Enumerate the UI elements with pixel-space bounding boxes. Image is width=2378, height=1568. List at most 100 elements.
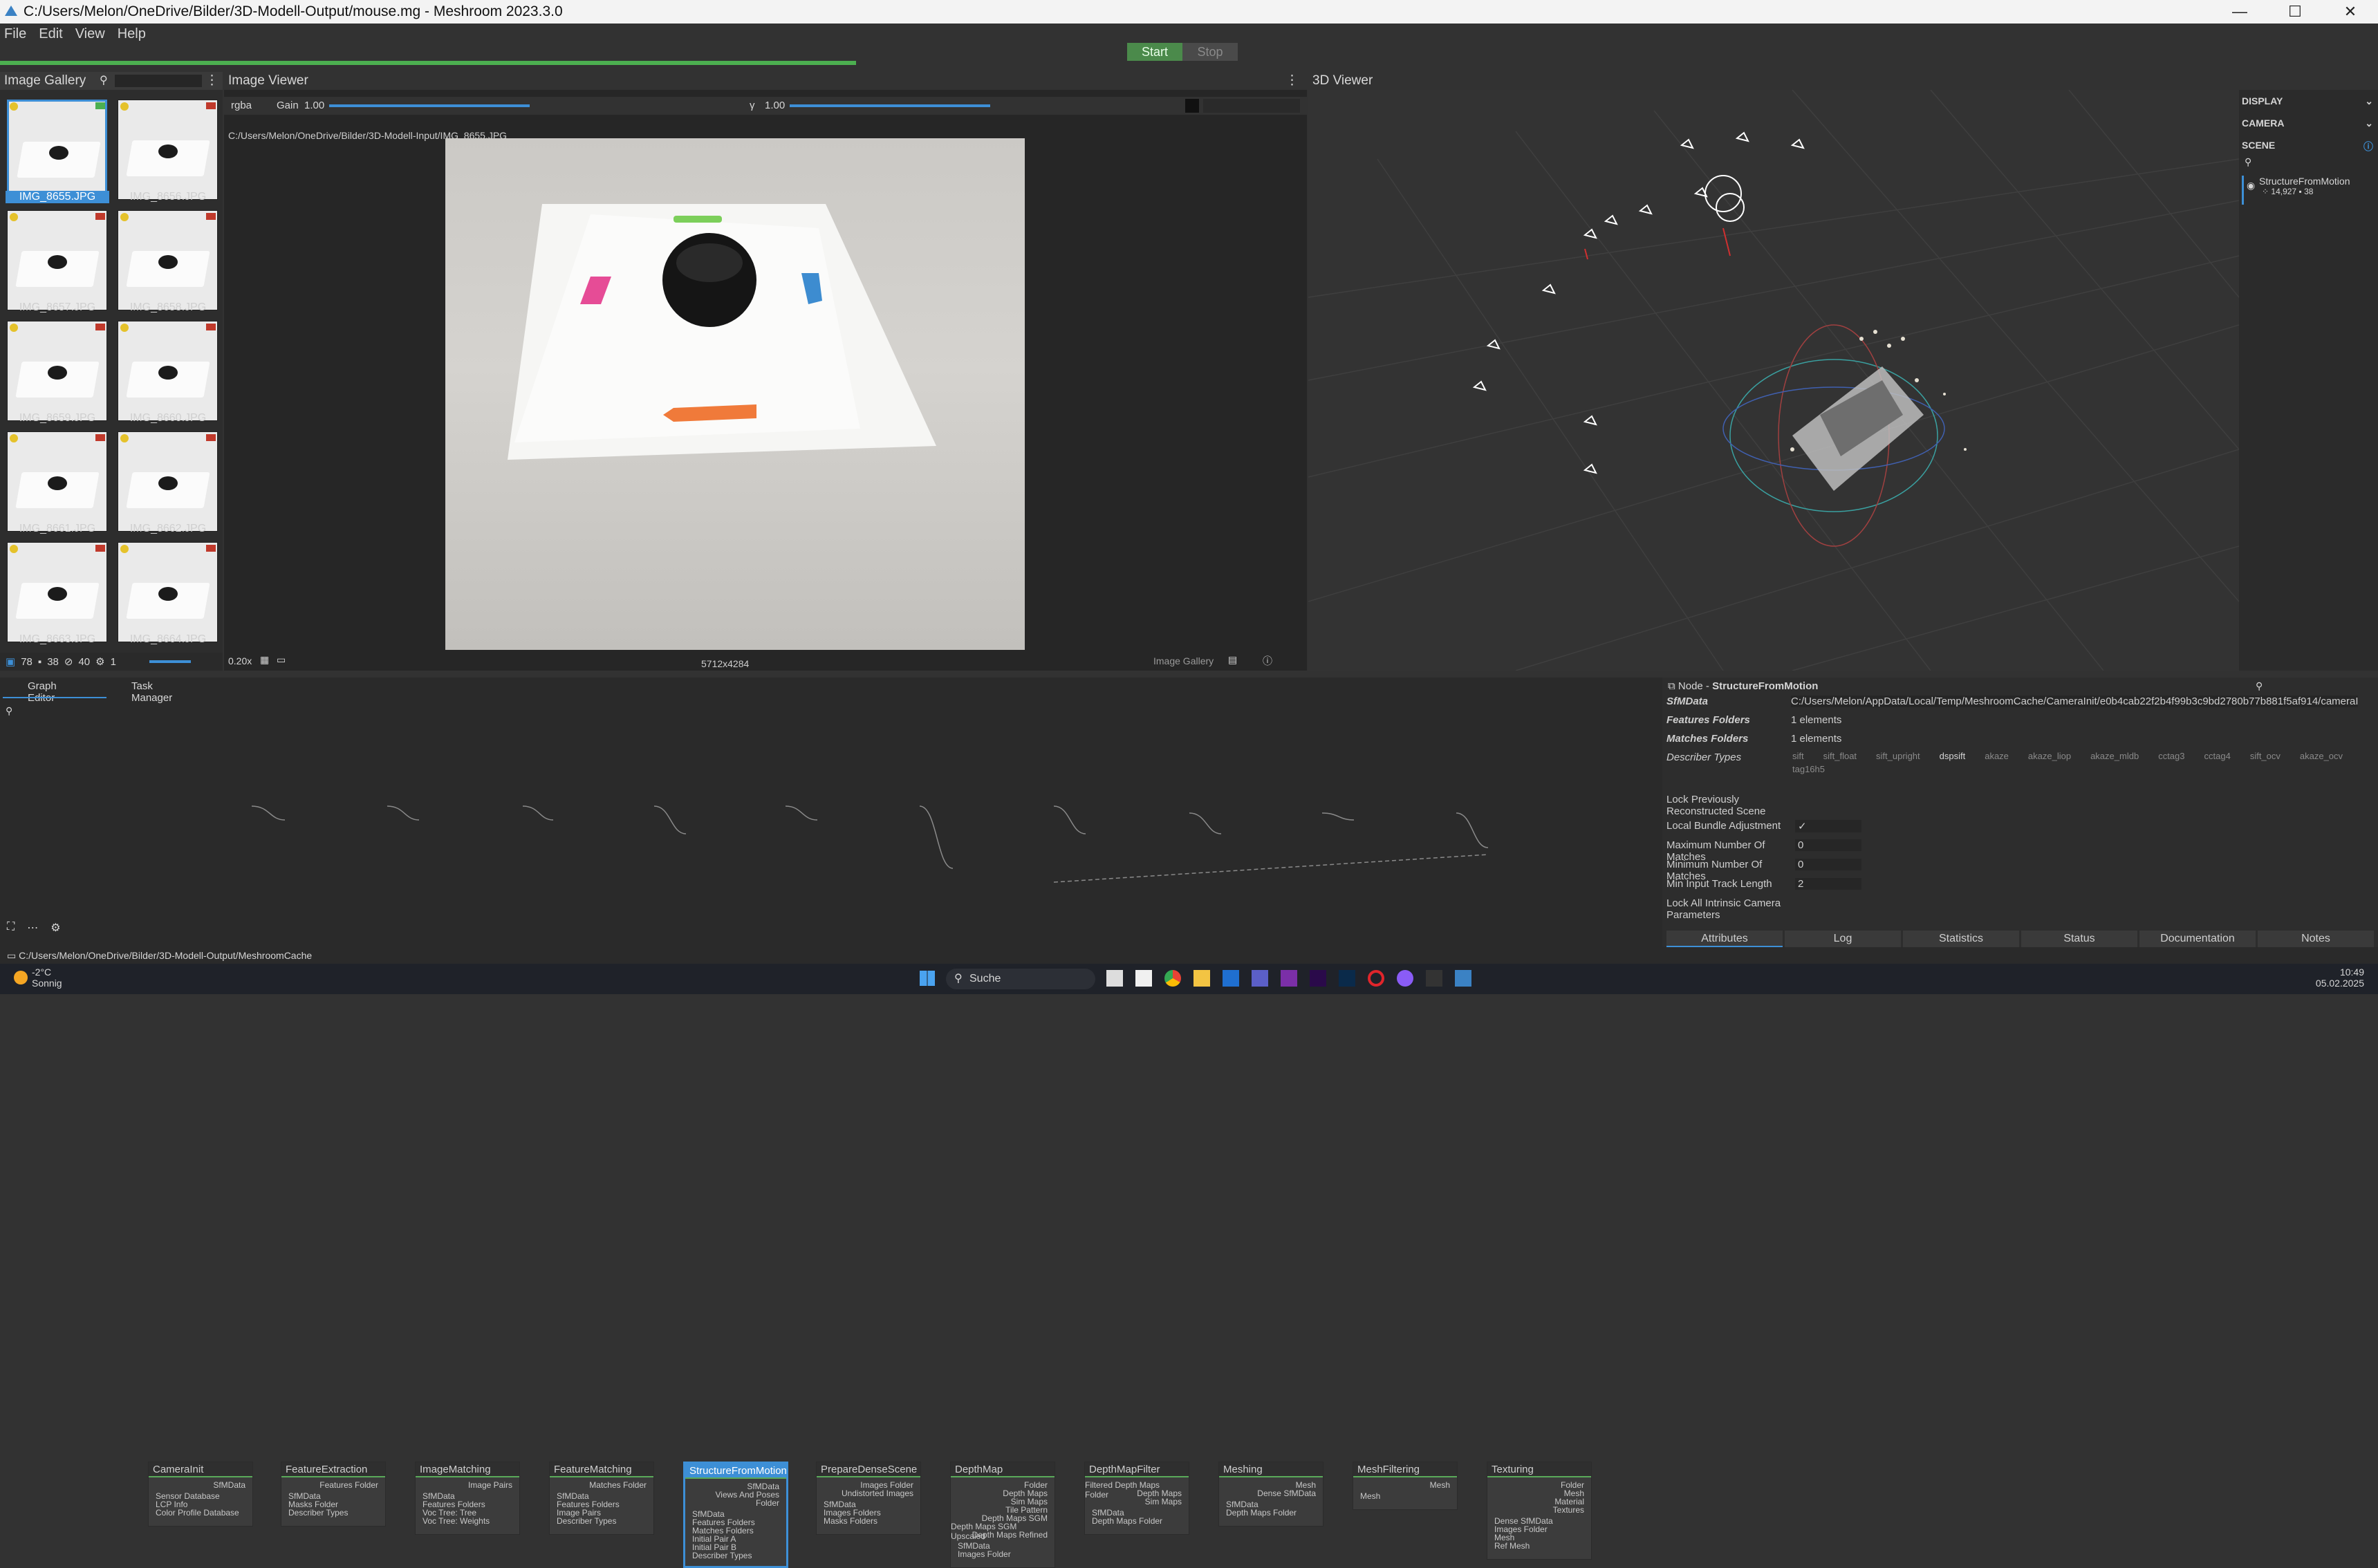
describer-type-checkbox[interactable]: cctag4 — [2204, 751, 2231, 761]
grid-icon[interactable]: ▦ — [260, 654, 269, 666]
gamma-slider[interactable] — [790, 104, 990, 107]
graph-node-camerainit[interactable]: CameraInit SfMData Sensor Database LCP Info… — [148, 1462, 253, 1527]
terminal-icon[interactable] — [1426, 970, 1442, 987]
graph-node-output-port[interactable]: Depth Maps Refined — [972, 1530, 1048, 1540]
task-view-icon[interactable] — [1106, 970, 1123, 987]
thumbnail-image[interactable] — [118, 100, 218, 200]
attribute-tab-status[interactable]: Status — [2021, 931, 2137, 947]
graph-node-input-port[interactable]: Images Folder — [958, 1549, 1011, 1559]
scene-section[interactable]: SCENE ⓘ — [2242, 140, 2373, 152]
menu-view[interactable]: View — [75, 26, 105, 42]
attribute-tab-attributes[interactable]: Attributes — [1666, 931, 1783, 947]
graph-node-input-port[interactable]: Ref Mesh — [1494, 1541, 1530, 1551]
attribute-option-value[interactable]: 0 — [1795, 839, 1861, 851]
close-button[interactable]: ✕ — [2323, 3, 2378, 21]
fit-icon[interactable]: ▭ — [277, 654, 286, 666]
thumbnail-size-slider[interactable] — [149, 660, 191, 663]
describer-type-checkbox[interactable]: cctag3 — [2158, 751, 2184, 761]
premiere-icon[interactable] — [1310, 970, 1326, 987]
attribute-tab-documentation[interactable]: Documentation — [2139, 931, 2256, 947]
describer-type-checkbox[interactable]: sift_float — [1823, 751, 1857, 761]
graph-node-imagematching[interactable]: ImageMatching Image Pairs SfMData Features … — [415, 1462, 520, 1535]
onenote-icon[interactable] — [1281, 970, 1297, 987]
viewer-more-icon[interactable]: ⋮ — [1285, 72, 1299, 90]
attribute-search-icon[interactable]: ⚲ — [2256, 680, 2263, 692]
describer-type-checkbox[interactable]: sift_upright — [1876, 751, 1920, 761]
menu-file[interactable]: File — [4, 26, 26, 42]
maximize-button[interactable]: ☐ — [2267, 3, 2323, 21]
graph-node-output-port[interactable]: Dense SfMData — [1257, 1488, 1316, 1498]
menu-help[interactable]: Help — [118, 26, 146, 42]
gain-value[interactable]: 1.00 — [304, 100, 324, 111]
teams-icon[interactable] — [1252, 970, 1268, 987]
attribute-tab-log[interactable]: Log — [1785, 931, 1901, 947]
thumbnail-image[interactable] — [118, 431, 218, 532]
graph-node-preparedensescene[interactable]: PrepareDenseScene Images Folder Undistorte… — [816, 1462, 921, 1535]
3d-scene[interactable] — [1308, 90, 2239, 671]
graph-node-input-port[interactable]: Masks Folders — [824, 1516, 877, 1526]
opera-icon[interactable] — [1368, 970, 1384, 987]
github-icon[interactable] — [1397, 970, 1413, 987]
gallery-search-input[interactable] — [115, 75, 202, 87]
graph-node-meshfiltering[interactable]: MeshFiltering Mesh Mesh — [1353, 1462, 1458, 1510]
chrome-icon[interactable] — [1164, 970, 1181, 987]
gallery-more-icon[interactable]: ⋮ — [205, 72, 219, 90]
file-explorer-icon[interactable] — [1193, 970, 1210, 987]
attribute-option-value[interactable]: 0 — [1795, 859, 1861, 870]
thumbnail-image[interactable] — [7, 431, 107, 532]
photoshop-icon[interactable] — [1339, 970, 1355, 987]
outlook-icon[interactable] — [1223, 970, 1239, 987]
describer-type-checkbox[interactable]: akaze_ocv — [2300, 751, 2343, 761]
taskbar-search[interactable]: ⚲ Suche — [946, 969, 1095, 989]
attribute-tab-notes[interactable]: Notes — [2258, 931, 2374, 947]
graph-node-output-port[interactable]: Folder — [756, 1498, 779, 1508]
graph-node-depthmap[interactable]: DepthMap Folder Depth Maps Sim Maps Tile Pat… — [950, 1462, 1055, 1568]
metadata-icon[interactable]: ⓘ — [1263, 654, 1272, 668]
attribute-tab-statistics[interactable]: Statistics — [1903, 931, 2019, 947]
system-clock[interactable]: 10:49 05.02.2025 — [2316, 967, 2364, 989]
graph-node-meshing[interactable]: Meshing Mesh Dense SfMData SfMData Depth Map… — [1218, 1462, 1323, 1527]
graph-node-output-port[interactable]: Image Pairs — [468, 1480, 512, 1490]
describer-type-checkbox[interactable]: dspsift — [1940, 751, 1966, 761]
gallery-search-icon[interactable]: ⚲ — [100, 72, 108, 90]
describer-type-checkbox[interactable]: akaze_liop — [2028, 751, 2071, 761]
graph-node-output-port[interactable]: Sim Maps — [1145, 1497, 1182, 1506]
channel-select[interactable]: rgba — [231, 100, 252, 111]
graph-node-structurefrommotion[interactable]: StructureFromMotion SfMData Views And Pose… — [683, 1462, 788, 1568]
thumbnail-image[interactable] — [118, 542, 218, 642]
graph-node-output-port[interactable]: SfMData — [213, 1480, 245, 1490]
graph-node-input-port[interactable]: Describer Types — [288, 1508, 348, 1518]
graph-node-output-port[interactable]: Matches Folder — [589, 1480, 647, 1490]
describer-type-checkbox[interactable]: sift_ocv — [2250, 751, 2281, 761]
graph-node-input-port[interactable]: Describer Types — [692, 1551, 752, 1560]
attribute-value[interactable]: 1 elements — [1791, 714, 2358, 726]
describer-type-checkbox[interactable]: sift — [1792, 751, 1804, 761]
graph-node-featurematching[interactable]: FeatureMatching Matches Folder SfMData Feat… — [549, 1462, 654, 1535]
graph-node-output-port[interactable]: Textures — [1553, 1505, 1584, 1515]
graph-node-input-port[interactable]: Describer Types — [557, 1516, 616, 1526]
thumbnail-image[interactable] — [7, 321, 107, 421]
graph-node-texturing[interactable]: Texturing Folder Mesh Material Textures Dense… — [1487, 1462, 1592, 1560]
graph-node-input-port[interactable]: Mesh — [1360, 1491, 1380, 1501]
minimize-button[interactable]: — — [2212, 3, 2267, 21]
scene-item[interactable]: ◉ StructureFromMotion ⁘ 14,927 ▪ 38 — [2242, 176, 2373, 205]
describer-type-checkbox[interactable]: akaze — [1985, 751, 2009, 761]
attribute-value[interactable]: 1 elements — [1791, 733, 2358, 745]
graph-node-output-port[interactable]: Undistorted Images — [842, 1488, 913, 1498]
eye-icon[interactable]: ◉ — [2247, 180, 2255, 192]
stop-button[interactable]: Stop — [1182, 43, 1238, 61]
menu-edit[interactable]: Edit — [39, 26, 62, 42]
fit-graph-icon[interactable]: ⛶ — [7, 921, 15, 935]
graph-node-output-port[interactable]: Features Folder — [319, 1480, 378, 1490]
attribute-value[interactable]: C:/Users/Melon/AppData/Local/Temp/Meshro… — [1791, 696, 2358, 707]
thumbnail-image[interactable] — [7, 542, 107, 642]
describer-type-checkbox[interactable]: akaze_mldb — [2090, 751, 2139, 761]
graph-node-input-port[interactable]: Depth Maps Folder — [1226, 1508, 1297, 1518]
graph-settings-icon[interactable]: ⚙ — [50, 921, 60, 935]
thumbnail-image[interactable] — [7, 100, 107, 200]
color-picker[interactable] — [1185, 99, 1199, 113]
describer-type-checkbox[interactable]: tag16h5 — [1792, 764, 1825, 774]
scene-search-icon[interactable]: ⚲ — [2245, 156, 2251, 168]
graph-node-depthmapfilter[interactable]: DepthMapFilter Filtered Depth Maps Folder… — [1084, 1462, 1189, 1535]
image-source-select[interactable]: Image Gallery — [1153, 655, 1214, 666]
